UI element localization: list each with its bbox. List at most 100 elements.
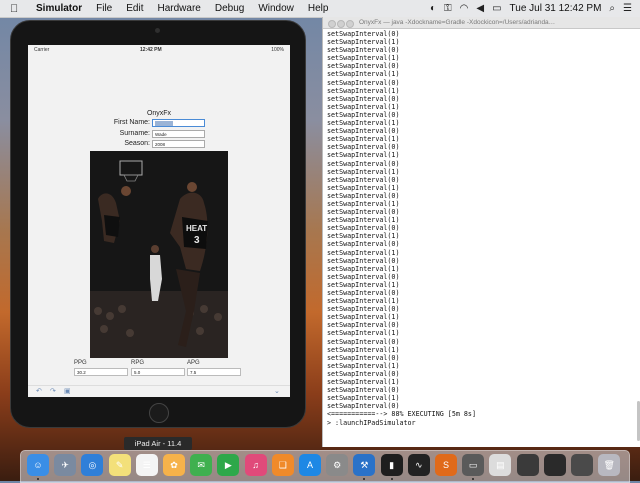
terminal-line: setSwapInterval(1) — [327, 313, 400, 322]
terminal-line: setSwapInterval(1) — [327, 216, 400, 225]
ppg-field[interactable]: 30.2 — [74, 368, 128, 376]
window-thumbnail-1[interactable] — [516, 454, 539, 476]
terminal-line: setSwapInterval(1) — [327, 86, 400, 95]
terminal-line: setSwapInterval(0) — [327, 143, 400, 152]
terminal-line: setSwapInterval(0) — [327, 159, 400, 168]
close-button[interactable] — [328, 19, 336, 28]
finder-icon[interactable]: ☺ — [27, 454, 49, 476]
ppg-label: PPG — [74, 360, 87, 366]
preview-icon[interactable]: ▤ — [489, 454, 512, 476]
clipboard-icon[interactable]: ▣ — [64, 387, 71, 395]
jersey-name: HEAT — [186, 224, 207, 233]
jersey-number: 3 — [194, 235, 200, 246]
activity-monitor-icon[interactable]: ∿ — [407, 454, 430, 476]
terminal-line: setSwapInterval(1) — [327, 70, 400, 79]
keychain-icon[interactable]: ⚿ — [444, 3, 452, 14]
window-thumbnail-3[interactable] — [571, 454, 593, 476]
itunes-icon[interactable]: ♫ — [244, 454, 267, 476]
sublime-text-icon[interactable]: S — [435, 454, 457, 476]
apg-field[interactable]: 7.5 — [187, 368, 241, 376]
trash-icon[interactable]: 🗑 — [598, 454, 621, 476]
terminal-line: setSwapInterval(1) — [327, 38, 400, 47]
menu-simulator[interactable]: Simulator — [36, 3, 82, 14]
terminal-line: setSwapInterval(0) — [327, 127, 400, 136]
season-field[interactable]: 2008 — [152, 140, 205, 148]
terminal-line: setSwapInterval(0) — [327, 110, 400, 119]
terminal-line: setSwapInterval(1) — [327, 361, 400, 370]
terminal-icon[interactable]: ▮ — [380, 454, 403, 476]
zoom-button[interactable] — [346, 19, 354, 28]
terminal-line: setSwapInterval(0) — [327, 289, 400, 297]
ipad-simulator-window: Carrier 12:42 PM 100% OnyxFx First Name:… — [10, 20, 306, 428]
spotlight-icon[interactable]: ⌕ — [609, 3, 615, 14]
safari-icon[interactable]: ◎ — [81, 454, 104, 476]
facetime-icon[interactable]: ▶ — [217, 454, 240, 476]
terminal-line: setSwapInterval(1) — [327, 264, 400, 273]
terminal-line: <===========--> 88% EXECUTING [5m 8s] — [327, 410, 476, 419]
season-label: Season: — [124, 140, 150, 147]
terminal-line: setSwapInterval(0) — [327, 272, 400, 281]
redo-icon[interactable]: ↷ — [50, 387, 56, 395]
system-preferences-icon[interactable]: ⚙ — [326, 454, 349, 476]
apg-label: APG — [187, 360, 200, 366]
device-label-tooltip: iPad Air - 11.4 — [124, 437, 192, 450]
simulator-icon[interactable]: ▭ — [462, 454, 485, 476]
first-name-field[interactable] — [152, 119, 205, 127]
home-button[interactable] — [149, 403, 169, 423]
dock: ☺ ✈ ◎ ✎ ☰ ✿ ✉ ▶ ♫ ❑ A ⚙ ⚒ ▮ ∿ S ▭ ▤ 🗑 — [20, 450, 630, 483]
running-indicator — [37, 478, 39, 480]
notes-icon[interactable]: ✎ — [108, 454, 131, 476]
running-indicator — [472, 478, 475, 480]
app-store-icon[interactable]: A — [299, 454, 321, 476]
menu-hardware[interactable]: Hardware — [157, 3, 200, 14]
notification-center-icon[interactable]: ☰ — [623, 3, 632, 14]
terminal-line: setSwapInterval(0) — [327, 191, 400, 200]
terminal-line: setSwapInterval(0) — [327, 208, 400, 217]
surname-field[interactable]: Wade — [152, 130, 205, 138]
terminal-line: setSwapInterval(0) — [327, 386, 400, 395]
photos-icon[interactable]: ✿ — [163, 454, 185, 476]
menu-debug[interactable]: Debug — [215, 3, 244, 14]
window-thumbnail-2[interactable] — [543, 454, 566, 476]
terminal-line: setSwapInterval(1) — [327, 280, 400, 289]
terminal-line: setSwapInterval(0) — [327, 353, 400, 362]
terminal-line: setSwapInterval(1) — [327, 102, 400, 111]
apple-icon[interactable]:  — [10, 3, 24, 15]
terminal-line: setSwapInterval(0) — [327, 46, 400, 55]
terminal-line: setSwapInterval(1) — [327, 329, 400, 338]
ibooks-icon[interactable]: ❑ — [271, 454, 294, 476]
menu-edit[interactable]: Edit — [126, 3, 143, 14]
terminal-output[interactable]: setSwapInterval(0) setSwapInterval(1) setS… — [327, 30, 639, 446]
terminal-line: setSwapInterval(1) — [327, 199, 400, 208]
player-photo: HEAT 3 — [90, 151, 228, 358]
reminders-icon[interactable]: ☰ — [135, 454, 158, 476]
status-time: 12:42 PM — [140, 47, 162, 53]
terminal-title-bar: OnyxFx — java -Xdockname=Gradle -Xdockic… — [323, 17, 640, 29]
ios-status-bar: Carrier 12:42 PM 100% — [28, 45, 290, 55]
terminal-line: setSwapInterval(0) — [327, 240, 400, 249]
menu-window[interactable]: Window — [258, 3, 294, 14]
terminal-line: setSwapInterval(0) — [327, 175, 400, 184]
minimize-button[interactable] — [337, 19, 345, 28]
terminal-line: setSwapInterval(1) — [327, 167, 400, 176]
undo-icon[interactable]: ↶ — [36, 387, 42, 395]
carrier-label: Carrier — [34, 47, 50, 53]
messages-icon[interactable]: ✉ — [190, 454, 213, 476]
terminal-line: setSwapInterval(1) — [327, 119, 400, 128]
keyboard-shortcut-bar: ↶ ↷ ▣ ⌄ — [28, 385, 290, 397]
rpg-field[interactable]: 5.0 — [131, 368, 185, 376]
surname-label: Surname: — [119, 130, 150, 137]
xcode-icon[interactable]: ⚒ — [353, 454, 376, 476]
wifi-icon[interactable]: ◠ — [460, 3, 469, 14]
battery-level: 100% — [271, 47, 284, 53]
launchpad-icon[interactable]: ✈ — [54, 454, 77, 476]
chevron-down-icon[interactable]: ⌄ — [274, 387, 280, 395]
menu-help[interactable]: Help — [308, 3, 329, 14]
menu-file[interactable]: File — [96, 3, 112, 14]
status-menu-icon[interactable]: ◐ — [430, 3, 436, 14]
menu-clock[interactable]: Tue Jul 31 12:42 PM — [510, 3, 602, 14]
terminal-line: setSwapInterval(0) — [327, 256, 400, 265]
text-selection — [155, 121, 173, 126]
battery-icon[interactable]: ▭ — [492, 3, 501, 14]
volume-icon[interactable]: ◀ — [476, 3, 484, 14]
